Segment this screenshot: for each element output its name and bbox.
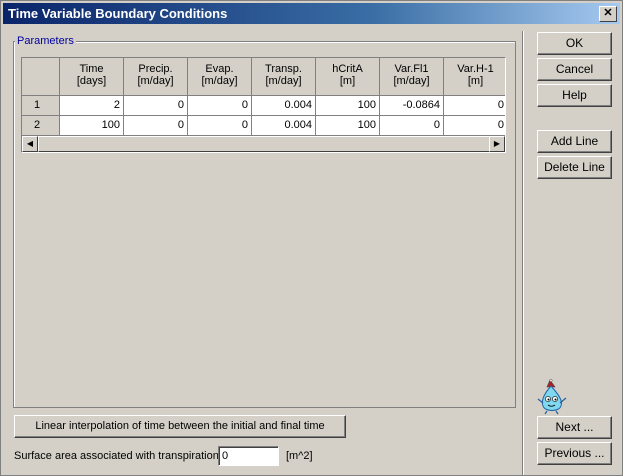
surface-area-label: Surface area associated with transpirati…: [14, 450, 222, 462]
arrow-left-icon: ◀: [26, 139, 34, 148]
linear-interpolation-button[interactable]: Linear interpolation of time between the…: [14, 415, 346, 438]
previous-button[interactable]: Previous ...: [537, 442, 612, 465]
column-header-unit: [m]: [467, 75, 484, 87]
column-header[interactable]: Var.H-1 [m]: [444, 58, 505, 96]
column-header[interactable]: hCritA [m]: [316, 58, 380, 96]
delete-line-button[interactable]: Delete Line: [537, 156, 612, 179]
arrow-right-icon: ▶: [493, 139, 501, 148]
scroll-left-button[interactable]: ◀: [22, 136, 38, 152]
column-header-name: hCritA: [332, 63, 363, 75]
table-cell[interactable]: 100: [60, 116, 124, 136]
scroll-right-button[interactable]: ▶: [489, 136, 505, 152]
close-button[interactable]: ✕: [599, 6, 617, 22]
close-icon: ✕: [603, 7, 613, 19]
add-line-button[interactable]: Add Line: [537, 130, 612, 153]
column-header[interactable]: Time [days]: [60, 58, 124, 96]
column-header-name: Time: [79, 63, 104, 75]
help-button[interactable]: Help: [537, 84, 612, 107]
table-cell[interactable]: 0.004: [252, 116, 316, 136]
column-header[interactable]: Evap. [m/day]: [188, 58, 252, 96]
row-header[interactable]: 1: [22, 96, 60, 116]
next-button[interactable]: Next ...: [537, 416, 612, 439]
table-cell[interactable]: 0: [124, 116, 188, 136]
table-cell[interactable]: 0.004: [252, 96, 316, 116]
dialog-window: Time Variable Boundary Conditions ✕ Para…: [0, 0, 623, 476]
table-cell[interactable]: 0: [444, 96, 505, 116]
window-title: Time Variable Boundary Conditions: [8, 6, 228, 21]
column-header-unit: [m]: [339, 75, 356, 87]
column-header-name: Evap.: [205, 63, 234, 75]
column-header-name: Var.Fl1: [394, 63, 429, 75]
column-header[interactable]: Precip. [m/day]: [124, 58, 188, 96]
horizontal-scrollbar[interactable]: ◀ ▶: [22, 136, 505, 152]
cancel-button[interactable]: Cancel: [537, 58, 612, 81]
table-cell[interactable]: 0: [380, 116, 444, 136]
water-drop-mascot-icon: [537, 379, 567, 415]
table-cell[interactable]: 0: [444, 116, 505, 136]
parameters-label: Parameters: [15, 35, 76, 47]
column-header-unit: [days]: [76, 75, 107, 87]
table-cell[interactable]: 100: [316, 116, 380, 136]
table-cell[interactable]: -0.0864: [380, 96, 444, 116]
column-header-unit: [m/day]: [137, 75, 174, 87]
column-header-unit: [m/day]: [201, 75, 238, 87]
surface-area-input[interactable]: [218, 446, 279, 466]
row-header[interactable]: 2: [22, 116, 60, 136]
title-bar[interactable]: Time Variable Boundary Conditions ✕: [3, 3, 620, 24]
scroll-thumb[interactable]: [38, 136, 493, 152]
table-cell[interactable]: 0: [188, 116, 252, 136]
table-cell[interactable]: 100: [316, 96, 380, 116]
column-header-name: Precip.: [138, 63, 173, 75]
column-header-unit: [m/day]: [393, 75, 430, 87]
table-cell[interactable]: 0: [124, 96, 188, 116]
parameters-grid[interactable]: Time [days] Precip. [m/day] Evap. [m/day] Tran…: [21, 57, 506, 153]
ok-button[interactable]: OK: [537, 32, 612, 55]
surface-area-unit: [m^2]: [286, 450, 313, 462]
table-cell[interactable]: 0: [188, 96, 252, 116]
column-header-name: Transp.: [265, 63, 302, 75]
grid-corner: [22, 58, 60, 96]
vertical-separator: [522, 31, 524, 475]
column-header[interactable]: Transp. [m/day]: [252, 58, 316, 96]
column-header-name: Var.H-1: [457, 63, 494, 75]
column-header-unit: [m/day]: [265, 75, 302, 87]
table-cell[interactable]: 2: [60, 96, 124, 116]
column-header[interactable]: Var.Fl1 [m/day]: [380, 58, 444, 96]
